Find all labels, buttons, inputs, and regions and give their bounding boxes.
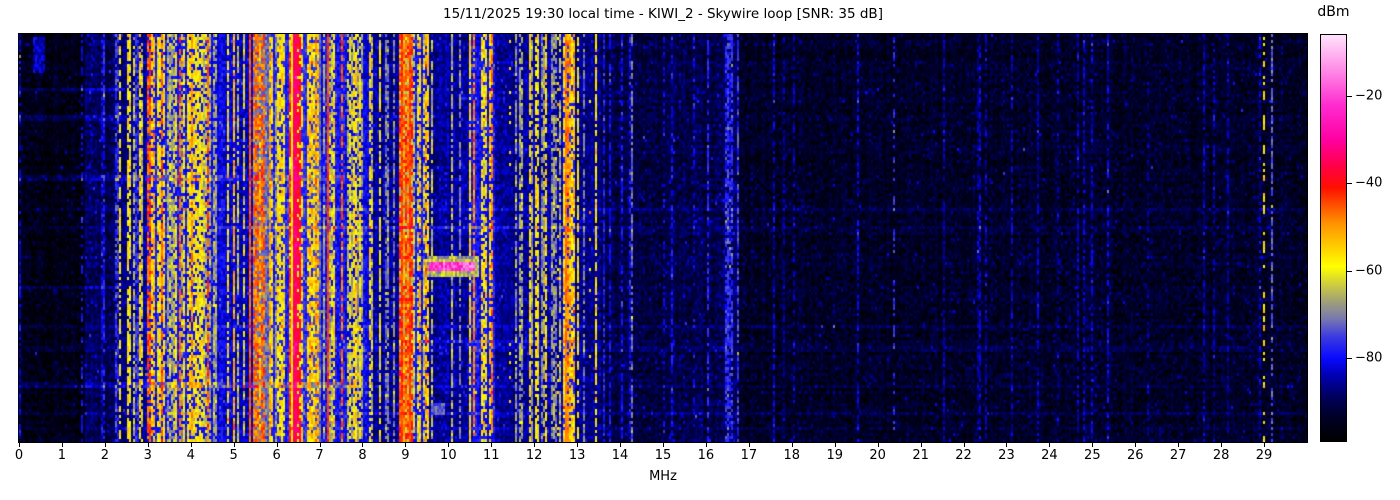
colorbar-label: dBm	[1317, 4, 1350, 20]
x-tick-mark	[748, 443, 750, 447]
x-tick-mark	[1221, 443, 1223, 447]
x-tick-mark	[405, 443, 407, 447]
x-tick-mark	[963, 443, 965, 447]
x-tick-label: 14	[611, 448, 629, 463]
x-tick-mark	[1006, 443, 1008, 447]
x-tick-label: 19	[826, 448, 843, 463]
x-tick-mark	[147, 443, 149, 447]
x-tick-label: 15	[654, 448, 672, 463]
colorbar-tick-label: −80	[1355, 350, 1383, 366]
x-tick-mark	[276, 443, 278, 447]
spectrogram-plot	[18, 33, 1308, 443]
x-tick-mark	[920, 443, 922, 447]
x-tick-mark	[1178, 443, 1180, 447]
x-tick-mark	[1092, 443, 1094, 447]
x-tick-mark	[1264, 443, 1266, 447]
x-tick-label: 17	[740, 448, 758, 463]
x-tick-label: 18	[783, 448, 801, 463]
x-tick-label: 7	[315, 448, 324, 463]
colorbar-tick-label: −40	[1355, 175, 1383, 191]
colorbar-tick-mark	[1347, 183, 1352, 185]
x-tick-label: 24	[1041, 448, 1058, 463]
x-tick-label: 5	[229, 448, 238, 463]
x-tick-label: 26	[1126, 448, 1144, 463]
colorbar	[1320, 34, 1347, 442]
x-tick-label: 27	[1169, 448, 1187, 463]
x-tick-label: 8	[358, 448, 367, 463]
x-tick-label: 13	[568, 448, 586, 463]
x-tick-label: 28	[1212, 448, 1230, 463]
x-tick-label: 9	[401, 448, 410, 463]
x-tick-mark	[705, 443, 707, 447]
x-tick-label: 11	[482, 448, 500, 463]
x-tick-label: 12	[525, 448, 543, 463]
x-tick-mark	[877, 443, 879, 447]
x-tick-label: 1	[57, 448, 67, 463]
x-tick-label: 4	[186, 448, 195, 463]
x-tick-label: 29	[1255, 448, 1273, 463]
x-tick-label: 16	[697, 448, 715, 463]
x-tick-mark	[448, 443, 450, 447]
x-tick-mark	[233, 443, 235, 447]
colorbar-tick-mark	[1347, 96, 1352, 98]
x-tick-label: 20	[869, 448, 886, 463]
x-tick-label: 10	[440, 448, 457, 463]
x-tick-mark	[834, 443, 836, 447]
x-tick-mark	[362, 443, 364, 447]
x-tick-mark	[534, 443, 536, 447]
x-tick-mark	[791, 443, 793, 447]
x-tick-mark	[319, 443, 321, 447]
x-tick-mark	[19, 443, 20, 447]
x-tick-mark	[190, 443, 192, 447]
colorbar-tick-mark	[1347, 358, 1352, 360]
colorbar-tick-mark	[1347, 270, 1352, 272]
x-tick-mark	[663, 443, 664, 447]
x-tick-mark	[1049, 443, 1051, 447]
chart-title: 15/11/2025 19:30 local time - KIWI_2 - S…	[443, 6, 883, 22]
x-tick-mark	[620, 443, 622, 447]
colorbar-tick-label: −60	[1355, 263, 1383, 279]
x-tick-mark	[577, 443, 579, 447]
x-tick-label: 23	[998, 448, 1015, 463]
x-axis-label: MHz	[649, 469, 677, 484]
x-tick-label: 3	[143, 448, 152, 463]
x-tick-label: 6	[272, 448, 281, 463]
x-tick-label: 21	[912, 448, 929, 463]
x-tick-mark	[1135, 443, 1137, 447]
x-tick-mark	[491, 443, 493, 447]
colorbar-tick-label: −20	[1355, 88, 1383, 104]
x-tick-label: 2	[100, 448, 109, 463]
x-tick-label: 22	[955, 448, 972, 463]
x-tick-mark	[104, 443, 106, 447]
spectrogram-canvas	[19, 34, 1307, 442]
x-tick-label: 25	[1084, 448, 1101, 463]
x-tick-label: 0	[14, 448, 24, 463]
x-tick-mark	[61, 443, 63, 447]
